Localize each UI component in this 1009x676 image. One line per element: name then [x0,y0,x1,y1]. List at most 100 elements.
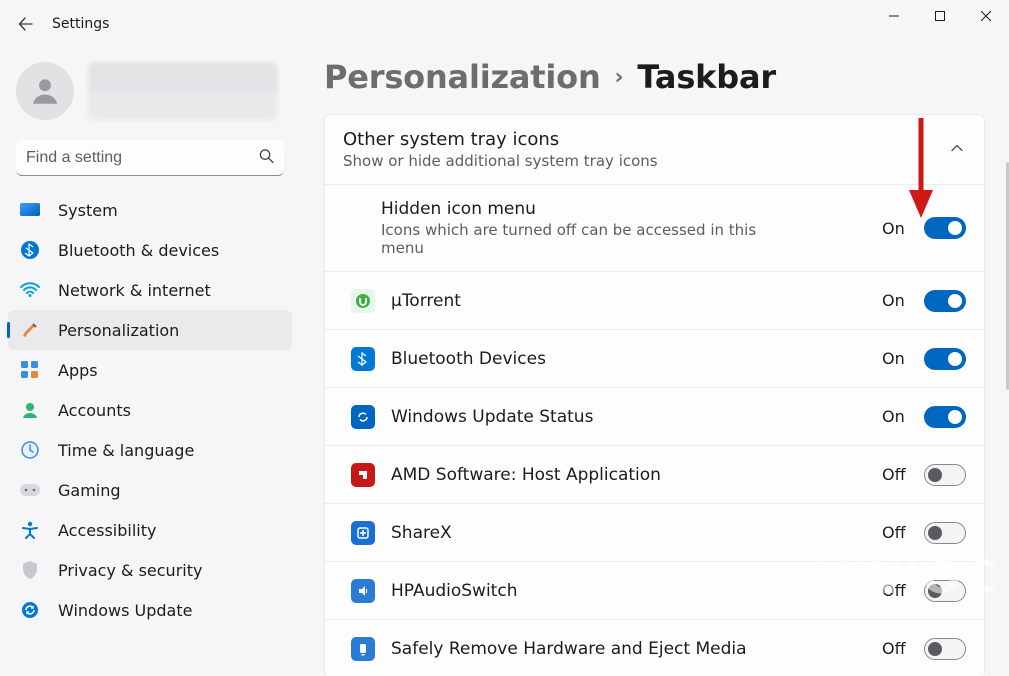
update-icon [20,600,40,620]
row-bluetooth-devices: Bluetooth Devices On [325,329,984,387]
toggle-state-label: On [882,407,912,426]
toggle-utorrent[interactable] [924,290,966,312]
sidebar-item-label: Gaming [58,481,121,500]
amd-icon [351,463,375,487]
sidebar: System Bluetooth & devices Network & int… [0,48,300,676]
sidebar-item-label: Privacy & security [58,561,202,580]
toggle-bluetooth-devices[interactable] [924,348,966,370]
gaming-icon [20,480,40,500]
row-title: HPAudioSwitch [391,581,870,601]
avatar [16,62,74,120]
row-safely-remove: Safely Remove Hardware and Eject Media O… [325,619,984,676]
toggle-windows-update[interactable] [924,406,966,428]
toggle-state-label: Off [882,639,912,658]
row-sharex: ShareX Off [325,503,984,561]
sidebar-item-system[interactable]: System [8,190,292,230]
minimize-icon [889,11,899,21]
sidebar-item-label: Windows Update [58,601,192,620]
sidebar-item-accessibility[interactable]: Accessibility [8,510,292,550]
accounts-icon [20,400,40,420]
toggle-state-label: On [882,349,912,368]
row-title: Hidden icon menu [381,199,870,219]
hpaudio-icon [351,579,375,603]
bluetooth-app-icon [351,347,375,371]
sidebar-item-label: Bluetooth & devices [58,241,219,260]
toggle-hidden-icon-menu[interactable] [924,217,966,239]
toggle-sharex[interactable] [924,522,966,544]
sidebar-item-label: Accounts [58,401,131,420]
chevron-up-icon [950,140,964,159]
search-input[interactable] [16,140,284,176]
search-icon [259,149,274,168]
back-arrow-icon [18,16,34,32]
windows-update-icon [351,405,375,429]
back-button[interactable] [14,12,38,36]
breadcrumb: Personalization › Taskbar [324,58,985,96]
window-controls [871,0,1009,32]
chevron-right-icon: › [615,65,624,90]
sidebar-item-label: Apps [58,361,98,380]
close-icon [981,11,991,21]
row-utorrent: µTorrent On [325,271,984,329]
wifi-icon [20,280,40,300]
sharex-icon [351,521,375,545]
row-hidden-icon-menu: Hidden icon menu Icons which are turned … [325,184,984,271]
toggle-safely-remove[interactable] [924,638,966,660]
paintbrush-icon [20,320,40,340]
row-title: AMD Software: Host Application [391,465,870,485]
toggle-state-label: On [882,219,912,238]
row-title: µTorrent [391,291,870,311]
close-button[interactable] [963,0,1009,32]
sidebar-item-apps[interactable]: Apps [8,350,292,390]
sidebar-item-network[interactable]: Network & internet [8,270,292,310]
breadcrumb-parent[interactable]: Personalization [324,58,601,96]
row-subtitle: Icons which are turned off can be access… [381,221,801,257]
toggle-state-label: Off [882,581,912,600]
row-title: Safely Remove Hardware and Eject Media [391,639,870,659]
sidebar-item-label: Network & internet [58,281,211,300]
sidebar-item-personalization[interactable]: Personalization [8,310,292,350]
shield-icon [20,560,40,580]
eject-icon [351,637,375,661]
utorrent-icon [351,289,375,313]
sidebar-item-bluetooth[interactable]: Bluetooth & devices [8,230,292,270]
section-header[interactable]: Other system tray icons Show or hide add… [325,115,984,184]
sidebar-item-label: System [58,201,118,220]
sidebar-item-label: Time & language [58,441,194,460]
row-hpaudioswitch: HPAudioSwitch Off [325,561,984,619]
toggle-hpaudioswitch[interactable] [924,580,966,602]
section-title: Other system tray icons [343,129,932,150]
account-name-redacted [88,62,278,120]
clock-icon [20,440,40,460]
sidebar-item-update[interactable]: Windows Update [8,590,292,630]
accessibility-icon [20,520,40,540]
row-title: ShareX [391,523,870,543]
toggle-amd-software[interactable] [924,464,966,486]
section-card: Other system tray icons Show or hide add… [324,114,985,676]
system-icon [20,200,40,220]
row-windows-update: Windows Update Status On [325,387,984,445]
row-title: Bluetooth Devices [391,349,870,369]
apps-icon [20,360,40,380]
maximize-button[interactable] [917,0,963,32]
maximize-icon [935,11,945,21]
sidebar-item-gaming[interactable]: Gaming [8,470,292,510]
sidebar-item-privacy[interactable]: Privacy & security [8,550,292,590]
toggle-state-label: Off [882,465,912,484]
toggle-state-label: Off [882,523,912,542]
sidebar-item-label: Personalization [58,321,179,340]
content-area: Personalization › Taskbar Other system t… [300,48,1009,676]
toggle-state-label: On [882,291,912,310]
search-box[interactable] [16,140,284,176]
minimize-button[interactable] [871,0,917,32]
sidebar-item-accounts[interactable]: Accounts [8,390,292,430]
sidebar-item-time[interactable]: Time & language [8,430,292,470]
row-amd-software: AMD Software: Host Application Off [325,445,984,503]
account-block[interactable] [8,56,292,132]
row-title: Windows Update Status [391,407,870,427]
section-subtitle: Show or hide additional system tray icon… [343,152,932,170]
breadcrumb-leaf: Taskbar [637,58,776,96]
titlebar: Settings [0,0,1009,48]
magnifier-icon [259,149,274,164]
window-title: Settings [52,16,109,32]
